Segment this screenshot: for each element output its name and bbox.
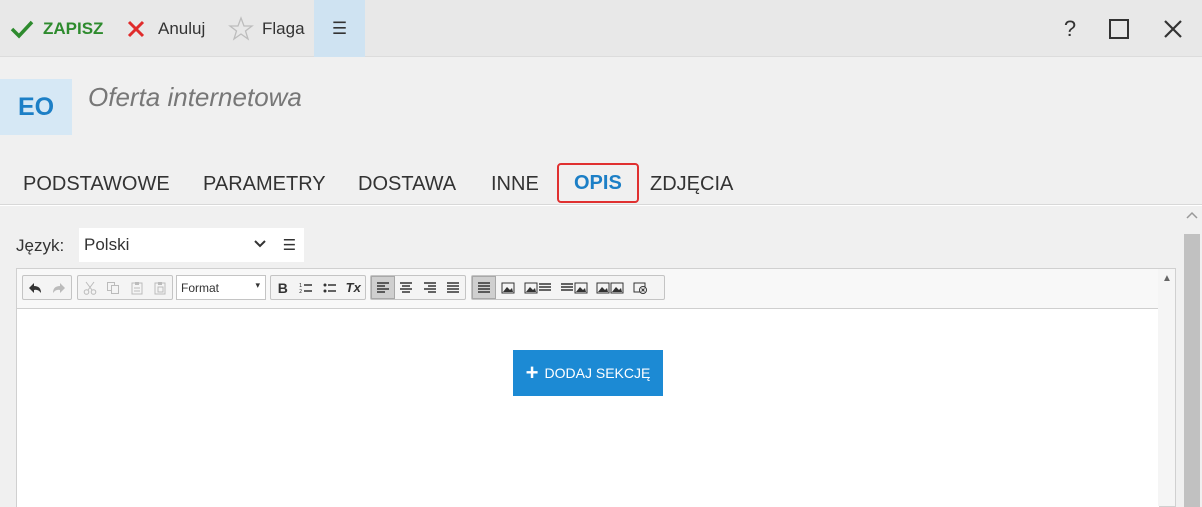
layout-group [471, 275, 665, 300]
rich-text-editor: Format ▾ B 12 Tx + DODAJ SEKCJĘ ▲ [16, 268, 1176, 507]
layout-image-button[interactable] [496, 276, 520, 299]
remove-image-icon [633, 282, 647, 294]
flag-button[interactable]: Flaga [228, 0, 305, 57]
copy-icon [107, 281, 120, 294]
paste-button[interactable] [125, 276, 149, 299]
editor-body[interactable]: + DODAJ SEKCJĘ [17, 310, 1159, 507]
bullet-list-button[interactable] [318, 276, 342, 299]
layout-image-text-button[interactable] [520, 276, 556, 299]
close-icon [1164, 19, 1182, 38]
hamburger-icon: ☰ [282, 237, 297, 254]
top-toolbar: ZAPISZ Anuluj Flaga ☰ ? [0, 0, 1202, 57]
copy-button[interactable] [102, 276, 126, 299]
layout-text-image-button[interactable] [556, 276, 592, 299]
save-button[interactable]: ZAPISZ [10, 0, 103, 57]
align-center-button[interactable] [395, 276, 418, 299]
check-icon [10, 20, 34, 39]
maximize-button[interactable] [1099, 0, 1139, 57]
text-image-icon [561, 282, 588, 293]
svg-text:2: 2 [299, 289, 302, 294]
layout-text-button[interactable] [472, 276, 496, 299]
language-label: Język: [16, 236, 65, 255]
star-icon [228, 15, 254, 41]
bullet-list-icon [323, 283, 336, 292]
close-x-icon [127, 20, 145, 37]
language-menu-button[interactable]: ☰ [275, 228, 304, 262]
chevron-up-icon[interactable] [1186, 210, 1198, 220]
record-header: EO Oferta internetowa [0, 57, 1202, 163]
numbered-list-icon: 12 [299, 283, 313, 294]
clipboard-group [77, 275, 173, 300]
image-icon [501, 282, 515, 293]
editor-scrollbar[interactable]: ▲ [1158, 269, 1175, 506]
question-icon: ? [1063, 15, 1077, 41]
tab-dostawa[interactable]: DOSTAWA [358, 163, 456, 205]
align-center-icon [400, 281, 413, 293]
text-style-group: B 12 Tx [270, 275, 366, 300]
hamburger-icon: ☰ [331, 18, 348, 38]
paste-text-icon [154, 281, 166, 294]
help-button[interactable]: ? [1050, 0, 1090, 57]
text-block-icon [478, 281, 490, 293]
undo-icon [29, 282, 41, 293]
clear-format-button[interactable]: Tx [342, 276, 366, 299]
cancel-button[interactable]: Anuluj [126, 0, 205, 57]
alignment-group [370, 275, 466, 300]
plus-icon: + [525, 360, 539, 385]
maximize-icon [1109, 18, 1129, 39]
undo-redo-group [22, 275, 72, 300]
menu-button[interactable]: ☰ [314, 0, 365, 57]
two-images-icon [596, 282, 624, 293]
numbered-list-button[interactable]: 12 [295, 276, 319, 299]
layout-two-images-button[interactable] [592, 276, 628, 299]
page-title: Oferta internetowa [88, 82, 302, 112]
align-justify-icon [447, 281, 460, 293]
editor-toolbar: Format ▾ B 12 Tx [17, 269, 1159, 309]
avatar: EO [0, 79, 72, 135]
tab-parametry[interactable]: PARAMETRY [203, 163, 326, 205]
format-select[interactable]: Format ▾ [176, 275, 266, 300]
redo-button[interactable] [47, 276, 71, 299]
scissors-icon [83, 281, 97, 295]
tab-zdjecia[interactable]: ZDJĘCIA [650, 163, 733, 205]
align-left-icon [376, 281, 389, 293]
add-section-button[interactable]: + DODAJ SEKCJĘ [513, 350, 663, 396]
tab-bar: PODSTAWOWE PARAMETRY DOSTAWA INNE OPIS Z… [0, 163, 1202, 205]
clipboard-icon [131, 281, 143, 294]
image-text-icon [524, 282, 551, 293]
format-label: Format [181, 280, 220, 295]
cancel-label: Anuluj [158, 18, 206, 38]
align-justify-button[interactable] [442, 276, 465, 299]
flag-label: Flaga [262, 18, 305, 38]
tab-inne[interactable]: INNE [491, 163, 539, 205]
add-section-label: DODAJ SEKCJĘ [544, 365, 651, 381]
language-value: Polski [84, 235, 130, 254]
tab-opis[interactable]: OPIS [557, 163, 639, 203]
scroll-up-icon[interactable]: ▲ [1162, 273, 1172, 284]
paste-text-button[interactable] [149, 276, 173, 299]
dropdown-arrow-icon: ▾ [255, 280, 260, 290]
scrollbar-thumb[interactable] [1184, 234, 1200, 507]
save-label: ZAPISZ [43, 18, 104, 38]
redo-icon [53, 282, 65, 293]
undo-button[interactable] [23, 276, 47, 299]
tab-podstawowe[interactable]: PODSTAWOWE [23, 163, 170, 205]
align-right-icon [423, 281, 436, 293]
close-button[interactable] [1153, 0, 1193, 57]
cut-button[interactable] [78, 276, 102, 299]
chevron-down-icon [254, 240, 266, 248]
align-left-button[interactable] [371, 276, 395, 299]
language-select[interactable]: Polski [79, 228, 275, 262]
align-right-button[interactable] [418, 276, 441, 299]
remove-image-button[interactable] [628, 276, 652, 299]
content-area: Język: Polski ☰ Format ▾ B 1 2 Tx + DODA… [0, 206, 1182, 507]
page-scrollbar[interactable] [1182, 206, 1202, 507]
bold-button[interactable]: B [271, 276, 295, 299]
